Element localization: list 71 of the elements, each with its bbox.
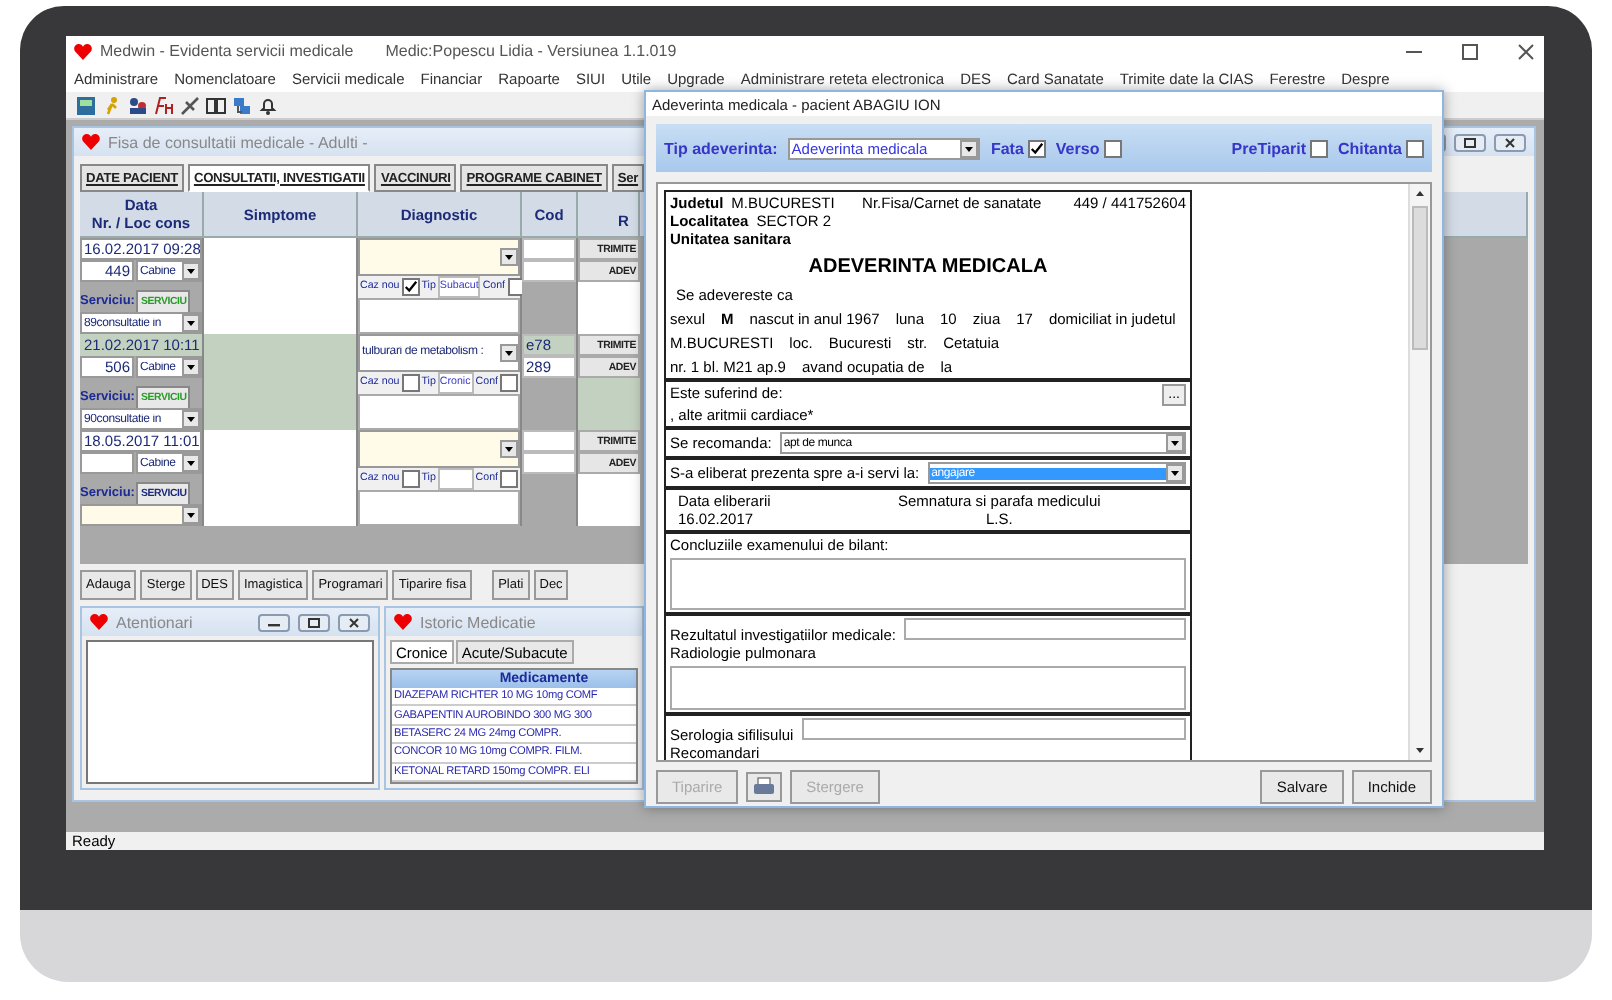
number-field[interactable]: [80, 452, 134, 474]
type-field[interactable]: [437, 467, 474, 489]
scroll-thumb[interactable]: [1412, 206, 1428, 350]
diagnosis-notes-field[interactable]: [358, 489, 520, 526]
maximize-button[interactable]: [1460, 43, 1480, 59]
heart-icon: [394, 614, 412, 630]
option-label: Verso: [1055, 139, 1100, 157]
minimize-button[interactable]: [258, 613, 290, 631]
checkbox[interactable]: [500, 469, 518, 487]
heart-icon: [90, 614, 108, 630]
caret-icon: [182, 506, 200, 524]
results-notes-field[interactable]: [670, 666, 1186, 710]
checkbox[interactable]: [401, 469, 420, 487]
caret-icon: [182, 358, 200, 376]
tool-icon[interactable]: [180, 95, 200, 115]
caret-icon: [1166, 464, 1184, 482]
remarks-cell: [578, 378, 640, 430]
window-title: Medwin - Evidenta servicii medicale: [100, 42, 354, 60]
checkbox[interactable]: [1310, 139, 1328, 157]
maximize-button[interactable]: [1454, 133, 1486, 151]
maximize-button[interactable]: [298, 613, 330, 631]
conclusions-field[interactable]: [670, 558, 1186, 610]
window-title: Istoric Medicatie: [420, 613, 536, 631]
caret-icon: [500, 247, 518, 266]
field-label: Tip adeverinta:: [664, 139, 778, 157]
caret-icon: [500, 439, 518, 458]
printer-icon[interactable]: [746, 772, 783, 802]
results-field[interactable]: [903, 618, 1186, 640]
remarks-cell: [578, 474, 640, 526]
people-icon[interactable]: [128, 95, 148, 115]
caret-icon: [182, 410, 200, 428]
checkbox[interactable]: [1406, 139, 1424, 157]
book-icon[interactable]: [206, 95, 226, 115]
scrollbar[interactable]: [1408, 184, 1430, 760]
option-label: PreTiparit: [1231, 139, 1306, 157]
checkbox[interactable]: [401, 277, 420, 295]
checkbox[interactable]: [1103, 139, 1122, 157]
checkbox[interactable]: [500, 373, 518, 391]
window-title: Fisa de consultatii medicale - Adulti -: [108, 133, 368, 151]
code-field[interactable]: [522, 238, 576, 260]
network-icon[interactable]: [232, 95, 252, 115]
close-button[interactable]: [1494, 133, 1526, 151]
option-label: Fata: [990, 139, 1024, 157]
caret-icon: [182, 314, 200, 332]
document-heading: ADEVERINTA MEDICALA: [808, 256, 1048, 278]
checkbox[interactable]: [1027, 139, 1046, 157]
close-button[interactable]: [338, 613, 370, 631]
bell-icon[interactable]: [258, 95, 278, 115]
caret-icon: [182, 262, 200, 280]
close-button[interactable]: [1516, 43, 1536, 59]
heart-icon: [82, 134, 100, 150]
window-title: Atentionari: [116, 613, 193, 631]
remarks-cell: [578, 282, 640, 334]
function-icon[interactable]: [154, 95, 174, 115]
diagnosis-notes-field[interactable]: [358, 297, 520, 334]
caret-icon: [500, 343, 518, 362]
checkbox[interactable]: [401, 373, 420, 391]
window-subtitle: Medic:Popescu Lidia - Versiunea 1.1.019: [385, 42, 677, 60]
caret-icon: [182, 454, 200, 472]
diagnosis-dropdown[interactable]: [358, 430, 520, 467]
code-field[interactable]: [522, 452, 576, 474]
heart-icon: [74, 43, 92, 59]
code-field[interactable]: [522, 260, 576, 282]
caret-icon: [1166, 434, 1184, 452]
caret-icon: [960, 139, 979, 157]
calculator-icon[interactable]: [76, 95, 96, 115]
option-label: Chitanta: [1338, 139, 1402, 157]
service-dropdown[interactable]: [80, 504, 202, 526]
serology-field[interactable]: [801, 718, 1186, 740]
code-field[interactable]: [522, 430, 576, 452]
diagnosis-notes-field[interactable]: [358, 393, 520, 430]
